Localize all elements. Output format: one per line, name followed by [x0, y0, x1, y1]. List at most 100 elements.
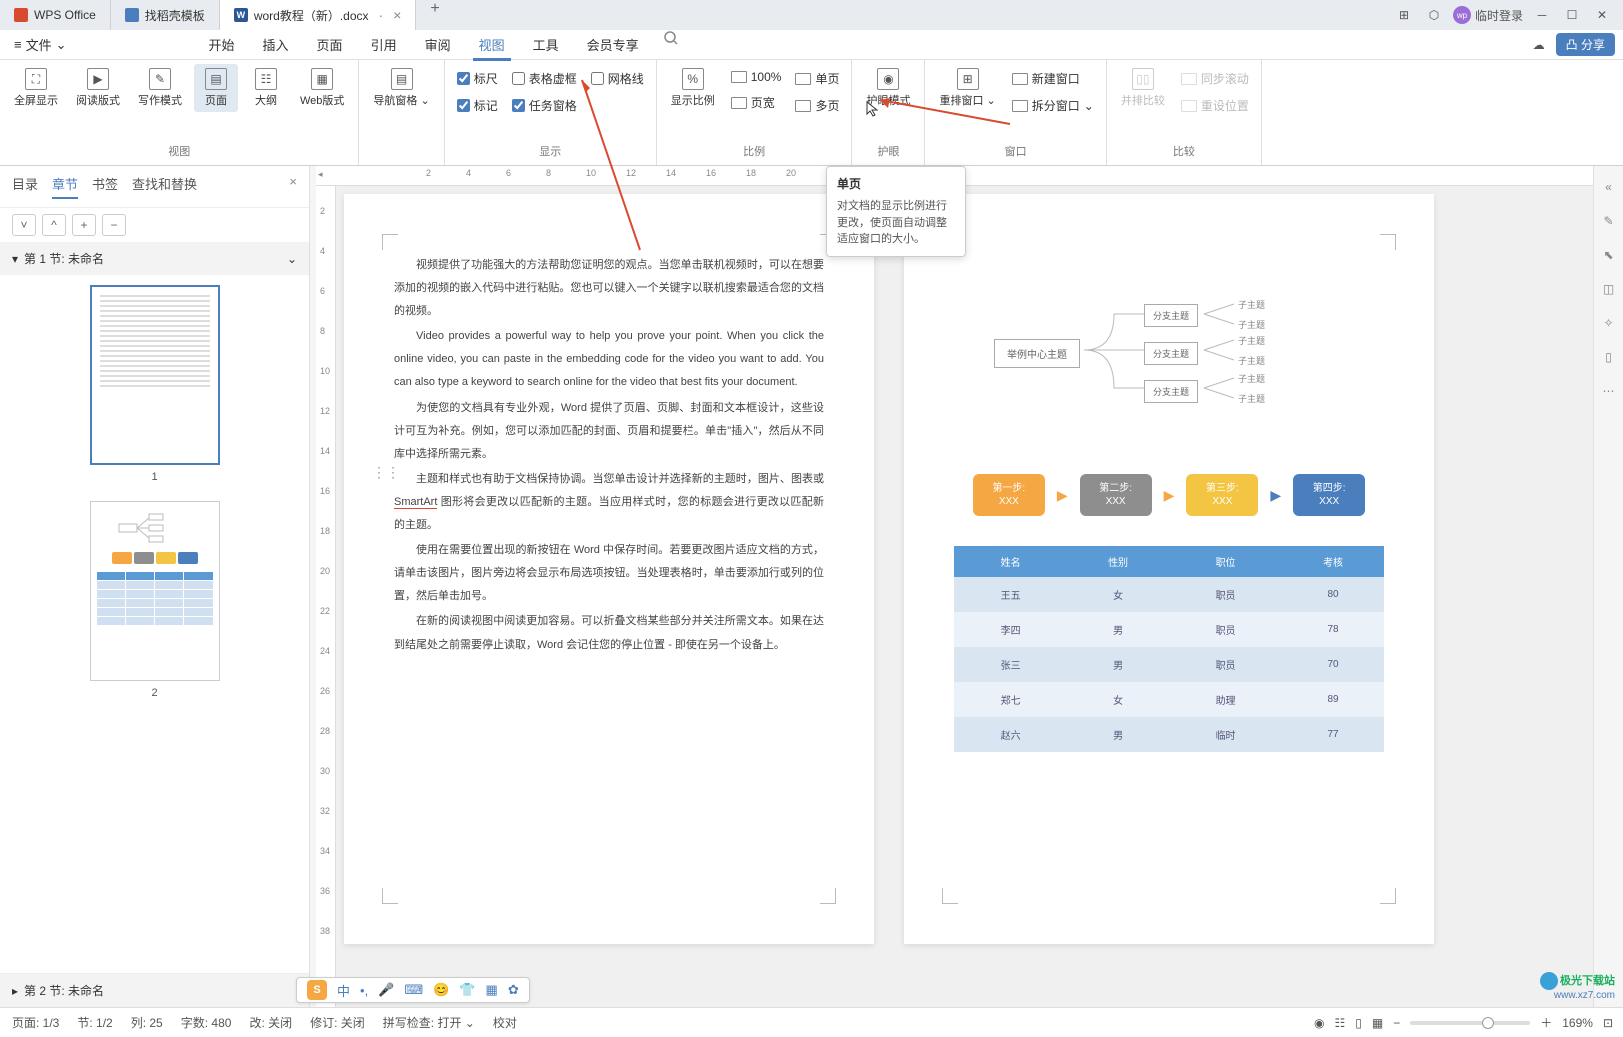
tab-add-button[interactable]: + [416, 0, 453, 30]
sogou-icon[interactable]: S [307, 980, 327, 1000]
status-trackchanges[interactable]: 改: 关闭 [249, 1014, 292, 1031]
status-proofread[interactable]: 校对 [493, 1014, 517, 1031]
view-mode-icon[interactable]: ◉ [1314, 1016, 1324, 1030]
zoom-button[interactable]: %显示比例 [665, 64, 721, 112]
tab-close-icon[interactable]: · [379, 7, 384, 23]
pencil-tool-icon[interactable]: ✎ [1600, 212, 1618, 230]
section-header[interactable]: ▸ 第 2 节: 未命名 [0, 973, 309, 1007]
nav-tab-find[interactable]: 查找和替换 [132, 174, 197, 199]
zoom-in-button[interactable]: ＋ [1540, 1014, 1552, 1031]
minimize-button[interactable]: ─ [1531, 4, 1553, 26]
bookmark-tool-icon[interactable]: ▯ [1600, 348, 1618, 366]
document-page[interactable]: 举例中心主题 分支主题 分支主题 分支主题 子主题 子主题 子主题 子主题 子主… [904, 194, 1434, 944]
writing-mode-button[interactable]: ✎写作模式 [132, 64, 188, 112]
fit-button[interactable]: ⊡ [1603, 1016, 1613, 1030]
side-by-side-button[interactable]: ▯▯并排比较 [1115, 64, 1171, 112]
table-border-checkbox[interactable]: 表格虚框 [508, 68, 581, 89]
add-section-button[interactable]: + [72, 214, 96, 236]
page-view-button[interactable]: ▤页面 [194, 64, 238, 112]
steps-smartart[interactable]: 第一步:XXX ▶ 第二步:XXX ▶ 第三步:XXX ▶ 第四步:XXX [954, 474, 1384, 516]
maximize-button[interactable]: ☐ [1561, 4, 1583, 26]
user-button[interactable]: wp 临时登录 [1453, 6, 1523, 24]
nav-close-button[interactable]: × [289, 174, 297, 189]
zoom-slider[interactable] [1410, 1021, 1530, 1025]
new-window-button[interactable]: 新建窗口 [1008, 68, 1098, 89]
thumbnail-item[interactable]: 2 [10, 501, 299, 699]
zoom-100-button[interactable]: 100% [727, 68, 786, 86]
menu-tab-tools[interactable]: 工具 [519, 30, 573, 60]
view-mode-icon[interactable]: ☷ [1334, 1016, 1345, 1030]
status-wordcount[interactable]: 字数: 480 [181, 1014, 232, 1031]
zoom-out-button[interactable]: − [1393, 1016, 1400, 1030]
ime-punct-button[interactable]: •, [360, 983, 368, 998]
marks-checkbox[interactable]: 标记 [453, 95, 502, 116]
document-text[interactable]: 视频提供了功能强大的方法帮助您证明您的观点。当您单击联机视频时，可以在想要添加的… [394, 254, 824, 657]
page-thumbnail[interactable] [90, 285, 220, 465]
document-page[interactable]: ⋮⋮ 视频提供了功能强大的方法帮助您证明您的观点。当您单击联机视频时，可以在想要… [344, 194, 874, 944]
split-window-button[interactable]: 拆分窗口 ⌄ [1008, 95, 1098, 116]
fullscreen-button[interactable]: ⛶全屏显示 [8, 64, 64, 112]
web-layout-button[interactable]: ▦Web版式 [294, 64, 350, 112]
share-button[interactable]: 凸 分享 [1556, 33, 1615, 56]
remove-section-button[interactable]: − [102, 214, 126, 236]
ime-toolbar[interactable]: S 中 •, 🎤 ⌨ 😊 👕 ▦ ✿ [296, 977, 530, 1003]
zoom-thumb[interactable] [1482, 1017, 1494, 1029]
reading-mode-button[interactable]: ▶阅读版式 [70, 64, 126, 112]
section-header[interactable]: ▾ 第 1 节: 未命名 ⌄ [0, 242, 309, 275]
status-column[interactable]: 列: 25 [131, 1014, 163, 1031]
layers-tool-icon[interactable]: ◫ [1600, 280, 1618, 298]
thumbnail-item[interactable]: 1 [10, 285, 299, 483]
collapse-button[interactable]: ˅ [12, 214, 36, 236]
app-tab-template[interactable]: 找稻壳模板 [111, 0, 220, 30]
expand-button[interactable]: ^ [42, 214, 66, 236]
ime-settings-icon[interactable]: ✿ [508, 982, 519, 998]
status-spellcheck[interactable]: 拼写检查: 打开 ⌄ [383, 1014, 475, 1031]
more-tool-icon[interactable]: ⋯ [1600, 382, 1618, 400]
zoom-level[interactable]: 169% [1562, 1016, 1593, 1030]
app-tab-wps[interactable]: WPS Office [0, 0, 111, 30]
app-icon[interactable]: ⊞ [1393, 4, 1415, 26]
drag-handle-icon[interactable]: ⋮⋮ [372, 464, 400, 481]
close-button[interactable]: ✕ [1591, 4, 1613, 26]
single-page-button[interactable]: 单页 [791, 68, 843, 89]
status-section[interactable]: 节: 1/2 [77, 1014, 112, 1031]
menu-tab-vip[interactable]: 会员专享 [573, 30, 653, 60]
nav-tab-toc[interactable]: 目录 [12, 174, 38, 199]
file-menu-button[interactable]: ≡ 文件 ⌄ [6, 35, 75, 54]
status-revision[interactable]: 修订: 关闭 [310, 1014, 365, 1031]
link-tool-icon[interactable]: ✧ [1600, 314, 1618, 332]
ime-mic-icon[interactable]: 🎤 [378, 982, 394, 998]
ime-emoji-icon[interactable]: 😊 [433, 982, 449, 998]
menu-tab-review[interactable]: 审阅 [411, 30, 465, 60]
menu-tab-insert[interactable]: 插入 [249, 30, 303, 60]
view-mode-icon[interactable]: ▦ [1372, 1016, 1383, 1030]
nav-tab-bookmarks[interactable]: 书签 [92, 174, 118, 199]
ruler-checkbox[interactable]: 标尺 [453, 68, 502, 89]
menu-tab-start[interactable]: 开始 [195, 30, 249, 60]
collapse-bar-icon[interactable]: « [1600, 178, 1618, 196]
vertical-ruler[interactable]: 2468101214161820222426283032343638 [316, 186, 336, 1007]
menu-tab-view[interactable]: 视图 [465, 30, 519, 60]
nav-tab-sections[interactable]: 章节 [52, 174, 78, 199]
page-width-button[interactable]: 页宽 [727, 92, 786, 113]
multi-page-button[interactable]: 多页 [791, 95, 843, 116]
outline-button[interactable]: ☷大纲 [244, 64, 288, 112]
menu-tab-reference[interactable]: 引用 [357, 30, 411, 60]
ime-keyboard-icon[interactable]: ⌨ [404, 982, 423, 998]
menu-tab-page[interactable]: 页面 [303, 30, 357, 60]
page-thumbnail[interactable] [90, 501, 220, 681]
task-pane-checkbox[interactable]: 任务窗格 [508, 95, 581, 116]
cloud-icon[interactable]: ☁ [1528, 34, 1550, 56]
view-mode-icon[interactable]: ▯ [1355, 1016, 1362, 1030]
status-page[interactable]: 页面: 1/3 [12, 1014, 59, 1031]
ime-grid-icon[interactable]: ▦ [486, 982, 498, 998]
tab-close-icon[interactable]: × [393, 7, 401, 23]
mindmap-smartart[interactable]: 举例中心主题 分支主题 分支主题 分支主题 子主题 子主题 子主题 子主题 子主… [954, 274, 1384, 434]
data-table[interactable]: 姓名 性别 职位 考核 王五女职员80 李四男职员78 张三男职员70 郑七女助… [954, 546, 1384, 752]
ime-cn-button[interactable]: 中 [337, 981, 350, 1000]
nav-pane-button[interactable]: ▤导航窗格 ⌄ [367, 64, 435, 112]
ime-tool-icon[interactable]: 👕 [459, 982, 475, 998]
cursor-tool-icon[interactable]: ⬉ [1600, 246, 1618, 264]
smartart-link[interactable]: SmartArt [394, 496, 437, 509]
cube-icon[interactable]: ⬡ [1423, 4, 1445, 26]
